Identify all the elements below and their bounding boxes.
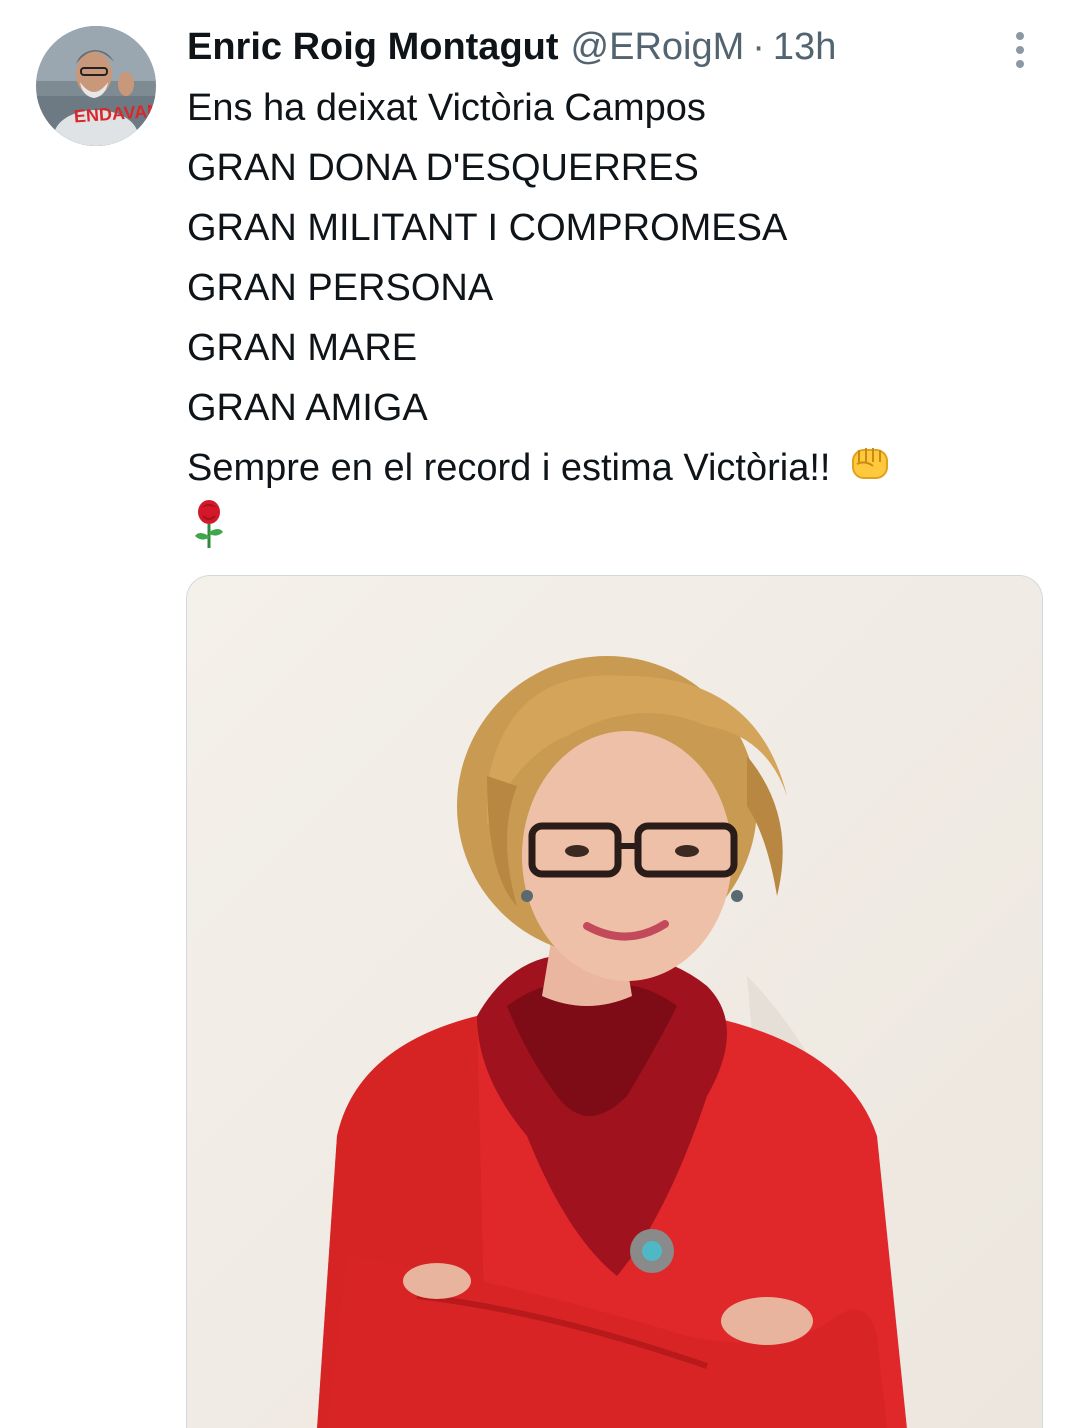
tweet-line: GRAN MARE [187,327,418,369]
tweet-line-last: Sempre en el record i estima Victòria!! [187,438,1037,498]
tweet-photo[interactable] [186,575,1043,1428]
tweet-line: Ens ha deixat Victòria Campos [187,87,706,129]
tweet-text: Ens ha deixat Victòria Campos GRAN DONA … [187,78,1037,558]
tweet-line: GRAN DONA D'ESQUERRES [187,147,699,189]
tweet-line: GRAN AMIGA [187,387,428,429]
author-handle[interactable]: @ERoigM [571,22,745,72]
tweet-timestamp[interactable]: 13h [773,22,836,72]
tweet-line: GRAN PERSONA [187,267,494,309]
tweet-line: GRAN MILITANT I COMPROMESA [187,207,788,249]
more-vertical-icon[interactable] [1006,28,1034,72]
tweet-header: Enric Roig Montagut @ERoigM · 13h [187,22,836,72]
tweet-line: Sempre en el record i estima Victòria!! [187,447,831,489]
author-name[interactable]: Enric Roig Montagut [187,22,559,72]
separator-dot: · [752,26,765,68]
raised-fist-emoji [849,440,891,500]
rose-emoji [187,498,231,568]
tweet-line-rose [187,498,1037,558]
author-avatar[interactable]: ENDAVANT [36,26,156,146]
